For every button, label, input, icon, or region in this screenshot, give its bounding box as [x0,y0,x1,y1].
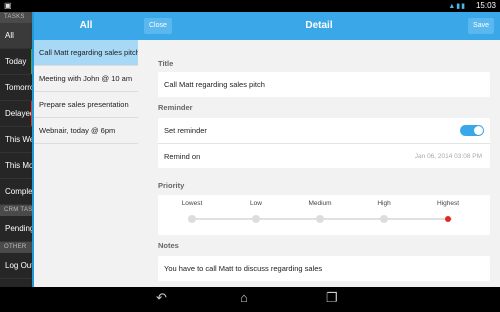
sidebar-item-label: Pending [5,224,34,233]
sidebar-item-label: Tomorrow [5,83,34,92]
priority-level-label: Low [250,200,262,207]
priority-level-label: High [377,200,391,207]
sidebar-item-label: Log Out [5,261,34,270]
sidebar-item-label: This Week [5,135,34,144]
set-reminder-row: Set reminder [158,118,490,143]
save-button[interactable]: Save [468,18,494,34]
detail-pane: Detail Close Save Title Call Matt regard… [138,12,500,287]
sidebar-item-delayed[interactable]: Delayed [0,101,34,127]
priority-stop-highest[interactable] [445,216,451,222]
task-list-title: All [34,12,138,40]
sidebar-item-logout[interactable]: Log Out [0,253,34,279]
detail-title: Detail [305,20,333,31]
list-item[interactable]: Webnair, today @ 6pm [34,118,138,144]
navigation-bar: ↶ ⌂ ❐ [0,287,500,312]
sidebar-item-completed[interactable]: Completed [0,179,34,205]
priority-stop-lowest[interactable] [188,215,196,223]
detail-header: Detail Close Save [138,12,500,40]
sidebar: TASKS All Today Tomorrow Delayed This We… [0,12,34,287]
sidebar-item-pending[interactable]: Pending [0,216,34,242]
sidebar-item-label: Completed [5,187,34,196]
sidebar-item-label: This Month [5,161,34,170]
sidebar-header-tasks: TASKS [0,12,34,23]
list-item[interactable]: Call Matt regarding sales pitch [34,40,138,66]
sidebar-item-tomorrow[interactable]: Tomorrow [0,75,34,101]
wifi-icon: ▲▮▮ [448,3,466,10]
reminder-section-label: Reminder [158,103,193,112]
set-reminder-toggle[interactable] [460,125,484,136]
remind-on-row[interactable]: Remind on Jan 06, 2014 03:08 PM [158,143,490,168]
task-list: All Call Matt regarding sales pitch Meet… [32,12,138,287]
priority-level-label: Lowest [181,200,203,207]
sidebar-item-label: Today [5,57,27,66]
list-item[interactable]: Prepare sales presentation [34,92,138,118]
sidebar-item-today[interactable]: Today [0,49,34,75]
notes-value: You have to call Matt to discuss regardi… [164,264,323,273]
priority-slider[interactable]: Lowest Low Medium High Highest [158,195,490,235]
remind-on-value: Jan 06, 2014 03:08 PM [414,153,482,160]
priority-stop-medium[interactable] [316,215,324,223]
set-reminder-label: Set reminder [164,126,207,135]
sidebar-item-this-week[interactable]: This Week [0,127,34,153]
priority-section-label: Priority [158,181,185,190]
image-icon: ▣ [4,1,12,10]
title-field[interactable]: Call Matt regarding sales pitch [158,72,490,97]
recent-apps-icon[interactable]: ❐ [326,290,338,306]
priority-stop-high[interactable] [380,215,388,223]
priority-level-label: Medium [308,200,332,207]
remind-on-label: Remind on [164,152,201,161]
title-value: Call Matt regarding sales pitch [164,80,265,89]
close-button[interactable]: Close [144,18,172,34]
priority-level-label: Highest [436,200,460,207]
notes-section-label: Notes [158,241,179,250]
sidebar-item-this-month[interactable]: This Month [0,153,34,179]
title-section-label: Title [158,59,174,68]
reminder-box: Set reminder Remind on Jan 06, 2014 03:0… [158,118,490,168]
list-item[interactable]: Meeting with John @ 10 am [34,66,138,92]
sidebar-header-crm: CRM TASKS [0,205,34,216]
toggle-knob [474,126,483,135]
notes-field[interactable]: You have to call Matt to discuss regardi… [158,256,490,281]
status-bar: ▣ ▲▮▮ 15:03 [0,0,500,12]
back-icon[interactable]: ↶ [156,290,167,306]
sidebar-item-label: Delayed [5,109,34,118]
sidebar-header-other: OTHER [0,242,34,253]
home-icon[interactable]: ⌂ [240,290,248,305]
sidebar-item-all[interactable]: All [0,23,34,49]
priority-stop-low[interactable] [252,215,260,223]
clock: 15:03 [475,1,496,10]
sidebar-item-label: All [5,31,14,40]
